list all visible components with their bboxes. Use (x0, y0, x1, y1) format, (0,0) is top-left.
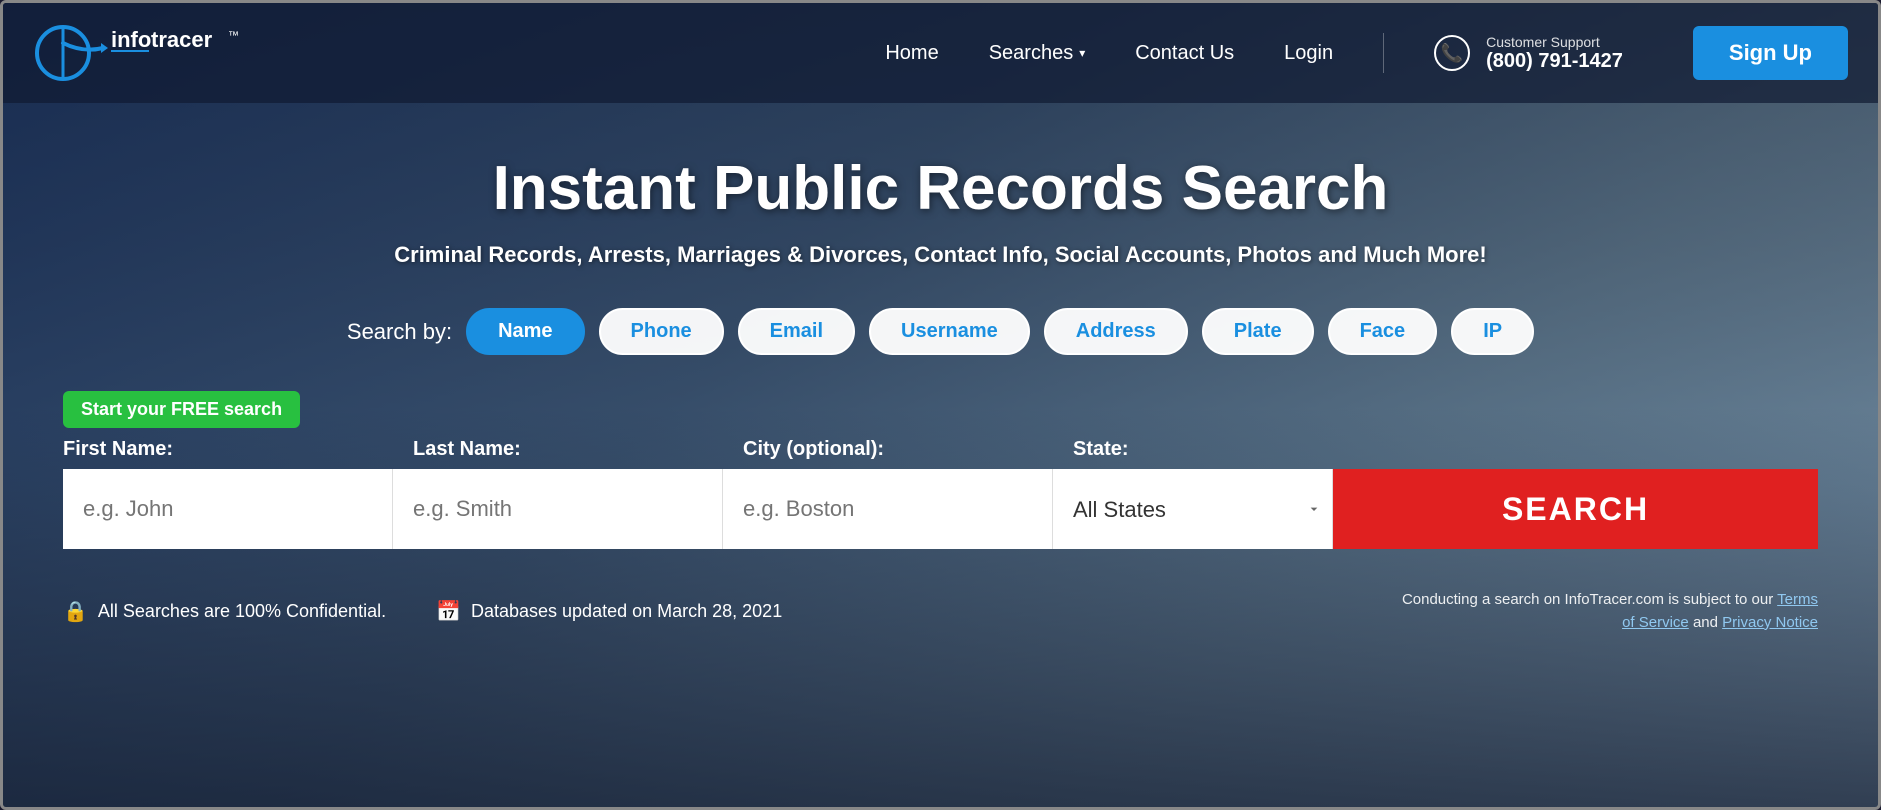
footer-right: Conducting a search on InfoTracer.com is… (1398, 589, 1818, 634)
state-select[interactable]: All States Alabama Alaska Arizona Arkans… (1053, 469, 1333, 549)
footer-left: 🔒 All Searches are 100% Confidential. 📅 … (63, 599, 782, 624)
city-input[interactable] (723, 469, 1053, 549)
search-by-row: Search by: Name Phone Email Username Add… (43, 308, 1838, 355)
calendar-icon: 📅 (436, 599, 461, 624)
and-text: and (1693, 614, 1718, 631)
tab-name[interactable]: Name (466, 308, 584, 355)
last-name-input[interactable] (393, 469, 723, 549)
svg-text:™: ™ (228, 30, 239, 42)
database-item: 📅 Databases updated on March 28, 2021 (436, 599, 782, 624)
nav-links: Home Searches ▾ Contact Us Login 📞 Custo… (885, 26, 1848, 80)
form-inputs-row: All States Alabama Alaska Arizona Arkans… (63, 469, 1818, 549)
search-form-area: Start your FREE search First Name: Last … (3, 375, 1878, 579)
hero-subtitle: Criminal Records, Arrests, Marriages & D… (43, 242, 1838, 268)
phone-icon: 📞 (1434, 35, 1470, 71)
nav-divider (1383, 33, 1384, 73)
tab-phone[interactable]: Phone (599, 308, 724, 355)
nav-home[interactable]: Home (885, 42, 938, 65)
label-first-name: First Name: (63, 438, 393, 461)
navbar: info tracer ™ Home Searches ▾ Contact Us… (3, 3, 1878, 103)
lock-icon: 🔒 (63, 599, 88, 624)
support-area: 📞 Customer Support (800) 791-1427 (1434, 34, 1623, 73)
support-info: Customer Support (800) 791-1427 (1486, 34, 1623, 73)
free-search-badge: Start your FREE search (63, 391, 300, 428)
footer-info-row: 🔒 All Searches are 100% Confidential. 📅 … (3, 579, 1878, 654)
form-labels-row: First Name: Last Name: City (optional): … (63, 438, 1818, 461)
search-button[interactable]: SEARCH (1333, 469, 1818, 549)
searches-chevron: ▾ (1079, 46, 1085, 60)
tab-plate[interactable]: Plate (1202, 308, 1314, 355)
first-name-input[interactable] (63, 469, 393, 549)
database-text: Databases updated on March 28, 2021 (471, 601, 782, 622)
page-wrapper: info tracer ™ Home Searches ▾ Contact Us… (0, 0, 1881, 810)
logo-area: info tracer ™ (33, 23, 253, 83)
tab-username[interactable]: Username (869, 308, 1030, 355)
logo-svg[interactable]: info tracer ™ (33, 23, 253, 83)
support-label: Customer Support (1486, 34, 1623, 50)
svg-text:info: info (111, 27, 151, 52)
label-last-name: Last Name: (393, 438, 723, 461)
hero-content: Instant Public Records Search Criminal R… (3, 103, 1878, 375)
support-number[interactable]: (800) 791-1427 (1486, 50, 1623, 73)
terms-text: Conducting a search on InfoTracer.com is… (1402, 591, 1773, 608)
tab-face[interactable]: Face (1328, 308, 1438, 355)
nav-login[interactable]: Login (1284, 42, 1333, 65)
tab-address[interactable]: Address (1044, 308, 1188, 355)
confidential-item: 🔒 All Searches are 100% Confidential. (63, 599, 386, 624)
privacy-notice-link[interactable]: Privacy Notice (1722, 614, 1818, 631)
label-city: City (optional): (723, 438, 1053, 461)
nav-searches[interactable]: Searches ▾ (989, 42, 1086, 65)
search-by-label: Search by: (347, 319, 452, 345)
signup-button[interactable]: Sign Up (1693, 26, 1848, 80)
svg-text:tracer: tracer (151, 27, 213, 52)
tab-email[interactable]: Email (738, 308, 855, 355)
hero-title: Instant Public Records Search (43, 153, 1838, 224)
nav-contact[interactable]: Contact Us (1135, 42, 1234, 65)
label-state: State: (1053, 438, 1333, 461)
confidential-text: All Searches are 100% Confidential. (98, 601, 386, 622)
tab-ip[interactable]: IP (1451, 308, 1534, 355)
